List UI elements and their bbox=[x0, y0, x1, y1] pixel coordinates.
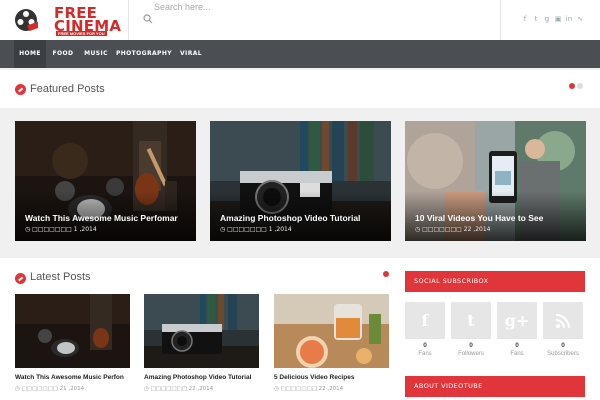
clock-icon: ◷ bbox=[415, 226, 421, 233]
rss-subscribe-button[interactable] bbox=[543, 302, 583, 339]
facebook-label: Fans bbox=[418, 351, 432, 357]
google-plus-subscribe-button[interactable]: g+ bbox=[497, 302, 537, 339]
latest-post-card[interactable]: 5 Delicious Video Recipes ◷ □□□□□□□ 22 ,… bbox=[274, 294, 389, 392]
logo-text: FREE CINEMA bbox=[54, 6, 121, 34]
featured-card[interactable]: Watch This Awesome Music Perfomar ◷ □□□□… bbox=[15, 121, 196, 241]
clock-icon: ◷ bbox=[15, 386, 20, 392]
film-reel-icon bbox=[15, 9, 38, 32]
header-social-icons: f t g ▣ in ∿ bbox=[521, 14, 584, 24]
clock-icon: ◷ bbox=[25, 226, 31, 233]
post-date: □□□□□□□ 21 ,2014 bbox=[21, 386, 85, 392]
post-date: □□□□□□□ 22 ,2014 bbox=[280, 386, 344, 392]
twitter-icon: t bbox=[467, 311, 475, 330]
google-plus-icon[interactable]: g bbox=[543, 14, 551, 24]
clock-icon: ◷ bbox=[220, 226, 226, 233]
featured-post-title[interactable]: 10 Viral Videos You Have to See bbox=[415, 213, 543, 223]
facebook-icon[interactable]: f bbox=[521, 14, 529, 24]
rss-label: Subscribers bbox=[547, 351, 579, 357]
featured-post-title[interactable]: Amazing Photoshop Video Tutorial bbox=[220, 213, 360, 223]
post-date: □□□□□□□ 1 ,2014 bbox=[32, 226, 97, 233]
post-date: □□□□□□□ 1 ,2014 bbox=[227, 226, 292, 233]
featured-post-date: ◷ □□□□□□□ 1 ,2014 bbox=[25, 226, 97, 233]
search-input[interactable] bbox=[154, 0, 494, 14]
facebook-icon: f bbox=[421, 311, 429, 330]
food-thumbnail bbox=[274, 294, 389, 368]
latest-post-date: ◷ □□□□□□□ 21 ,2014 bbox=[15, 386, 84, 392]
latest-post-card[interactable]: Amazing Photoshop Video Tutorial ◷ □□□□□… bbox=[144, 294, 259, 392]
latest-title: Latest Posts bbox=[30, 271, 91, 283]
pencil-icon bbox=[15, 273, 26, 284]
about-header: ABOUT VIDEOTUBE bbox=[405, 376, 585, 397]
latest-post-title[interactable]: Amazing Photoshop Video Tutorial bbox=[144, 374, 264, 381]
slider-dots bbox=[569, 83, 583, 89]
search-icon[interactable] bbox=[143, 14, 153, 24]
clock-icon: ◷ bbox=[274, 386, 279, 392]
latest-indicator-dot bbox=[383, 271, 389, 277]
slider-dot[interactable] bbox=[577, 83, 583, 89]
featured-post-date: ◷ □□□□□□□ 22 ,2014 bbox=[415, 226, 490, 233]
nav-item-viral[interactable]: VIRAL bbox=[176, 40, 206, 68]
linkedin-icon[interactable]: in bbox=[565, 14, 573, 24]
google-plus-label: Fans bbox=[510, 351, 524, 357]
featured-card[interactable]: Amazing Photoshop Video Tutorial ◷ □□□□□… bbox=[210, 121, 391, 241]
latest-post-date: ◷ □□□□□□□ 22 ,2014 bbox=[144, 386, 213, 392]
rss-icon bbox=[555, 313, 570, 328]
featured-post-date: ◷ □□□□□□□ 1 ,2014 bbox=[220, 226, 292, 233]
latest-post-title[interactable]: Watch This Awesome Music Perfon bbox=[15, 374, 135, 381]
latest-post-date: ◷ □□□□□□□ 22 ,2014 bbox=[274, 386, 343, 392]
header-divider bbox=[128, 0, 129, 40]
rss-icon[interactable]: ∿ bbox=[576, 14, 584, 24]
nav-item-home[interactable]: HOME bbox=[14, 40, 46, 68]
nav-item-photography[interactable]: PHOTOGRAPHY bbox=[114, 40, 174, 68]
slider-dot-active[interactable] bbox=[569, 83, 575, 89]
nav-item-food[interactable]: FOOD bbox=[49, 40, 77, 68]
pencil-icon bbox=[15, 84, 26, 95]
site-logo[interactable]: FREE CINEMA FREE MOVIES FOR YOU bbox=[14, 4, 126, 36]
site-header: FREE CINEMA FREE MOVIES FOR YOU f t g ▣ … bbox=[0, 0, 600, 40]
latest-post-title[interactable]: 5 Delicious Video Recipes bbox=[274, 374, 394, 381]
instagram-icon[interactable]: ▣ bbox=[554, 14, 562, 24]
facebook-subscribe-button[interactable]: f bbox=[405, 302, 445, 339]
rss-count: 0 bbox=[561, 342, 565, 349]
header-divider-right bbox=[500, 0, 501, 40]
twitter-subscribe-button[interactable]: t bbox=[451, 302, 491, 339]
post-date: □□□□□□□ 22 ,2014 bbox=[150, 386, 214, 392]
featured-title: Featured Posts bbox=[30, 83, 105, 95]
twitter-icon[interactable]: t bbox=[532, 14, 540, 24]
featured-card[interactable]: 10 Viral Videos You Have to See ◷ □□□□□□… bbox=[405, 121, 586, 241]
post-date: □□□□□□□ 22 ,2014 bbox=[422, 226, 491, 233]
facebook-count: 0 bbox=[423, 342, 427, 349]
nav-item-music[interactable]: MUSIC bbox=[80, 40, 112, 68]
latest-post-card[interactable]: Watch This Awesome Music Perfon ◷ □□□□□□… bbox=[15, 294, 130, 392]
camera-thumbnail bbox=[144, 294, 259, 368]
clock-icon: ◷ bbox=[144, 386, 149, 392]
google-plus-count: 0 bbox=[515, 342, 519, 349]
google-plus-icon: g+ bbox=[504, 311, 530, 330]
twitter-count: 0 bbox=[469, 342, 473, 349]
concert-thumbnail bbox=[15, 294, 130, 368]
twitter-label: Followers bbox=[458, 351, 484, 357]
social-subscribox-header: SOCIAL SUBSCRIBOX bbox=[405, 271, 585, 292]
logo-tagline: FREE MOVIES FOR YOU bbox=[56, 31, 107, 36]
featured-post-title[interactable]: Watch This Awesome Music Perfomar bbox=[25, 213, 178, 223]
main-nav: HOME FOOD MUSIC PHOTOGRAPHY VIRAL bbox=[0, 40, 600, 68]
featured-section-header: Featured Posts bbox=[0, 70, 600, 108]
